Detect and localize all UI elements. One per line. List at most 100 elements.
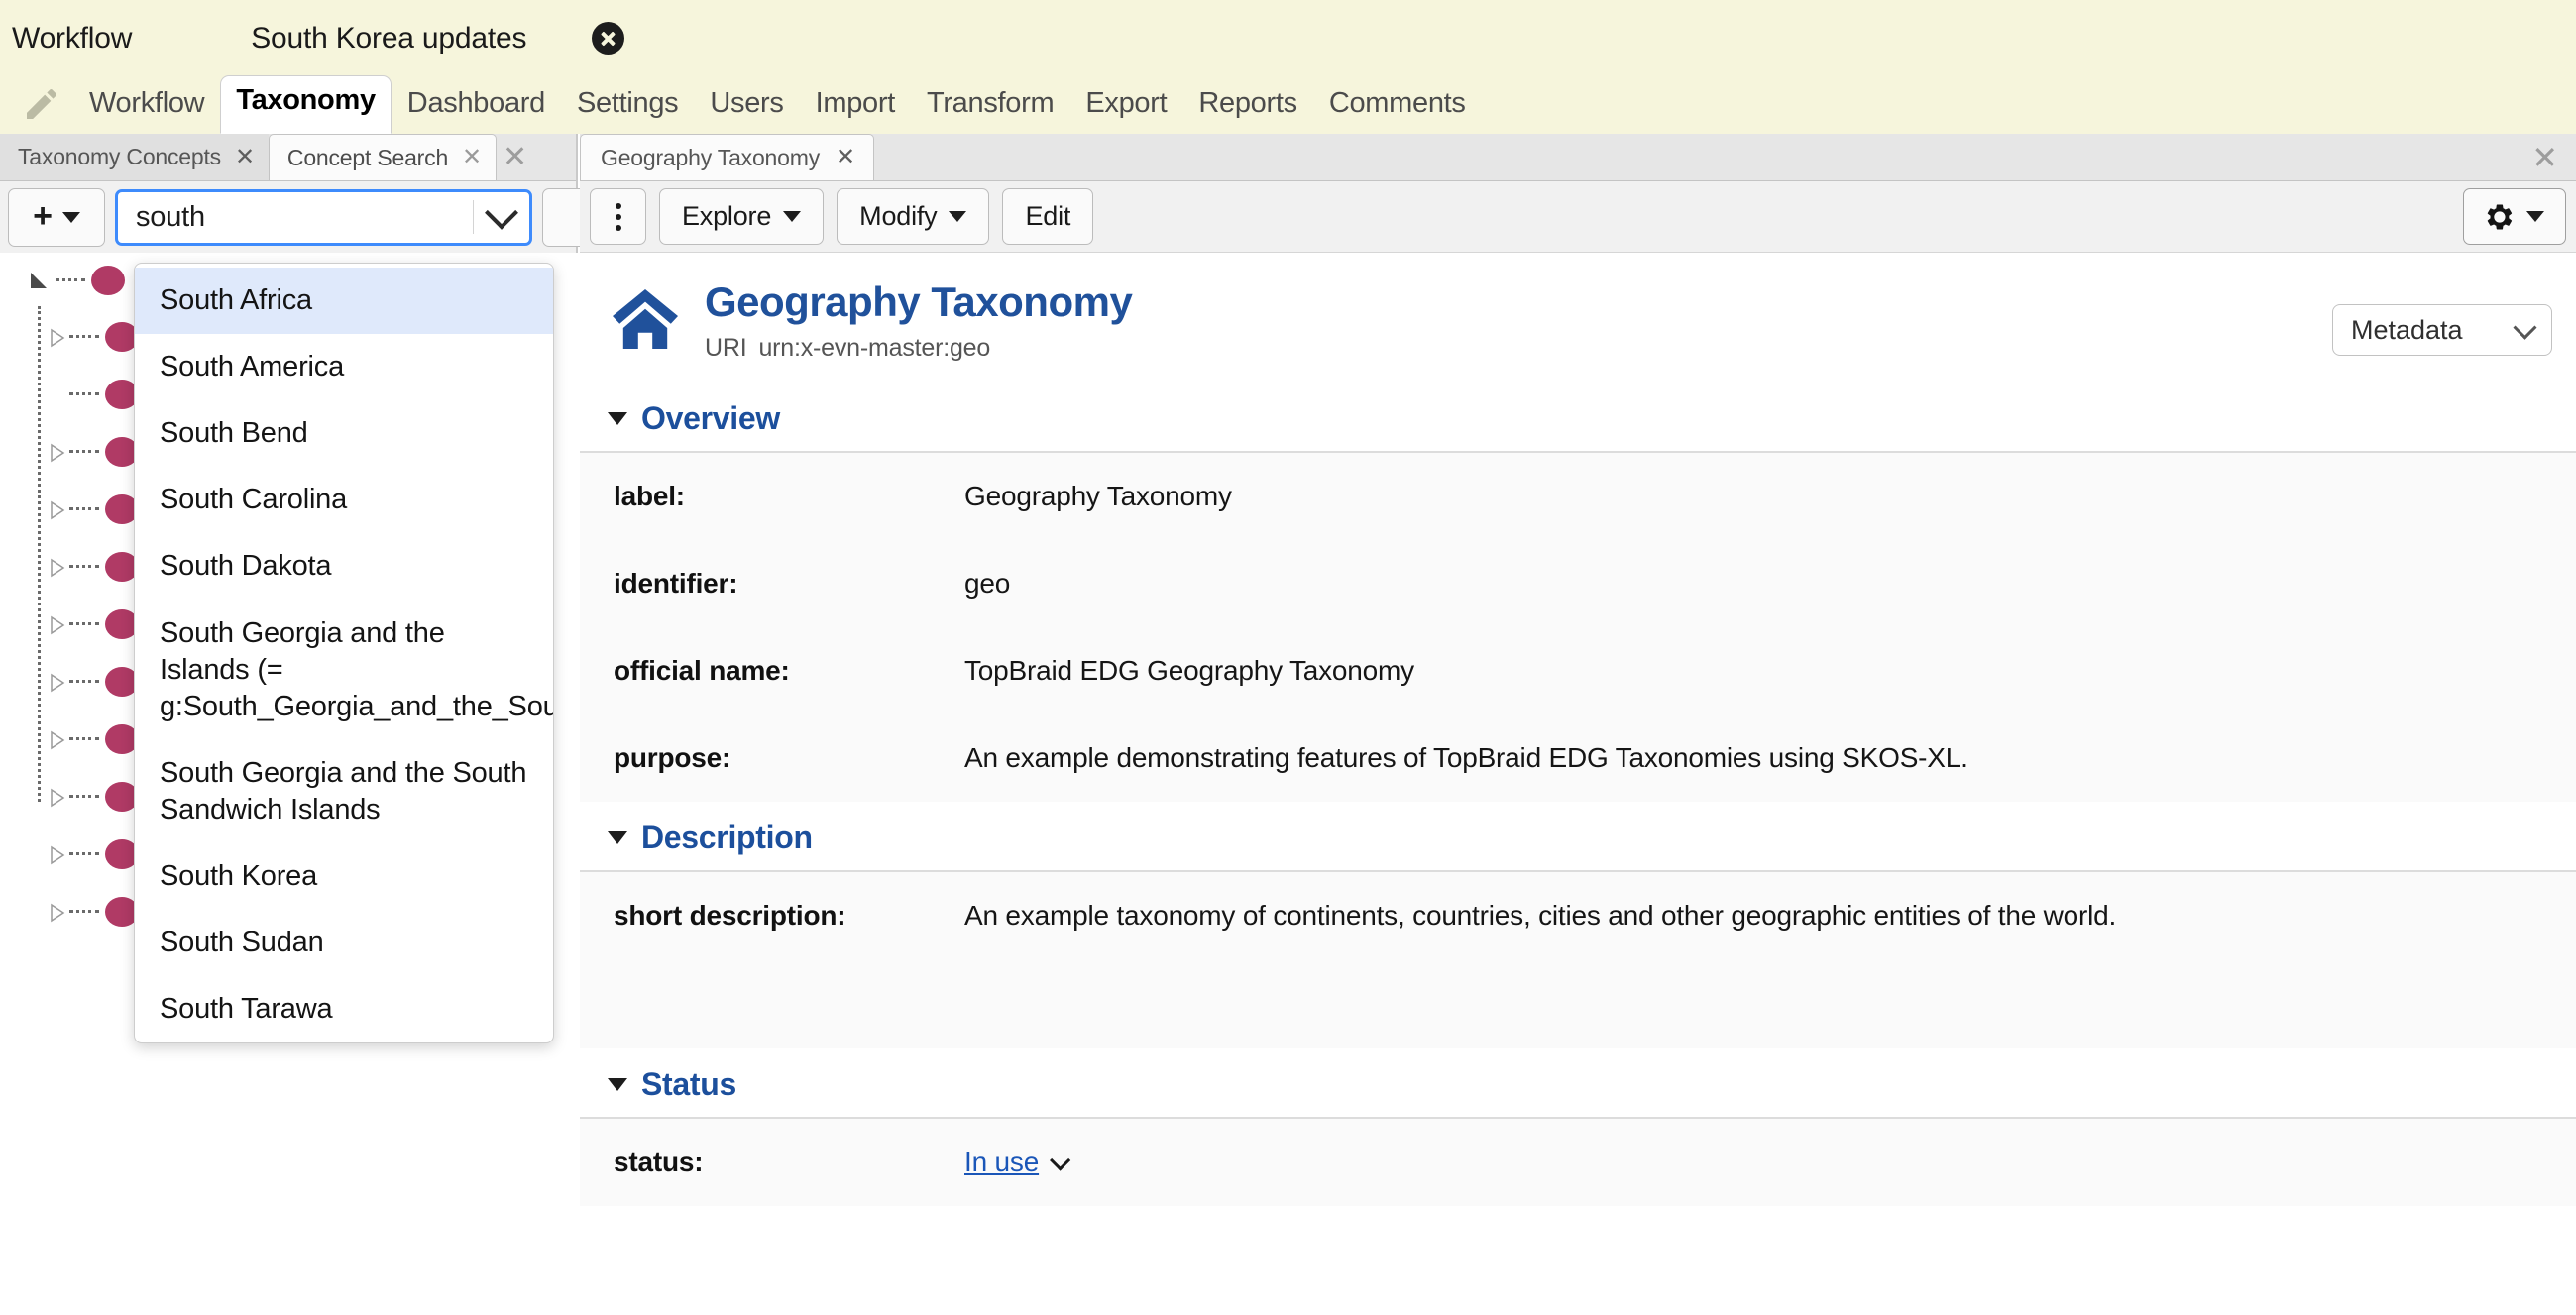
close-circle-icon[interactable] <box>592 22 624 55</box>
section-header-status[interactable]: Status <box>580 1048 2576 1117</box>
autocomplete-option[interactable]: South Korea <box>135 843 553 910</box>
right-panel-tabstrip: Geography Taxonomy ✕ ✕ <box>580 134 2576 181</box>
search-input[interactable]: south <box>115 189 532 246</box>
main-nav: Workflow Taxonomy Dashboard Settings Use… <box>0 58 2576 134</box>
property-key: status: <box>580 1147 964 1178</box>
property-key: identifier: <box>580 568 964 600</box>
modify-label: Modify <box>859 201 937 232</box>
property-row: status: In use <box>580 1119 2576 1206</box>
tab-label: Concept Search <box>287 145 448 171</box>
left-panel-toolbar: + south <box>0 181 576 253</box>
close-icon[interactable]: ✕ <box>836 146 855 169</box>
close-icon[interactable]: ✕ <box>235 146 255 169</box>
property-value: An example demonstrating features of Top… <box>964 742 1998 774</box>
metadata-dropdown[interactable]: Metadata <box>2332 304 2552 356</box>
property-row: short description: An example taxonomy o… <box>580 872 2576 959</box>
collapse-triangle-icon[interactable] <box>608 1078 627 1091</box>
explore-label: Explore <box>682 201 771 232</box>
gear-icon <box>2485 202 2515 232</box>
nav-item-transform[interactable]: Transform <box>911 78 1069 134</box>
more-actions-button[interactable] <box>590 188 646 245</box>
autocomplete-option[interactable]: South Georgia and the Islands (= g:South… <box>135 601 553 740</box>
tree-collapse-icon[interactable] <box>50 788 63 806</box>
modify-button[interactable]: Modify <box>837 188 989 245</box>
section-title: Status <box>641 1066 736 1103</box>
plus-icon: + <box>33 203 53 230</box>
resource-title-block: Geography Taxonomy URIurn:x-evn-master:g… <box>705 280 1132 363</box>
tree-connector <box>69 680 99 685</box>
tree-connector <box>69 737 99 742</box>
tree-collapse-icon[interactable] <box>50 903 63 921</box>
tree-connector <box>69 335 99 340</box>
nav-item-taxonomy[interactable]: Taxonomy <box>220 75 391 134</box>
nav-item-export[interactable]: Export <box>1069 78 1182 134</box>
nav-item-workflow[interactable]: Workflow <box>73 78 220 134</box>
autocomplete-option[interactable]: South Georgia and the South Sandwich Isl… <box>135 740 553 843</box>
tree-spacer <box>50 385 63 403</box>
tree-connector <box>69 622 99 627</box>
tree-connector <box>69 852 99 857</box>
tree-collapse-icon[interactable] <box>50 615 63 633</box>
tree-collapse-icon[interactable] <box>50 328 63 346</box>
search-autocomplete-dropdown[interactable]: South Africa South America South Bend So… <box>134 263 554 1043</box>
tab-label: Geography Taxonomy <box>601 145 820 171</box>
tree-expand-icon[interactable] <box>28 270 50 291</box>
tree-collapse-icon[interactable] <box>50 500 63 518</box>
chevron-down-icon[interactable] <box>1050 1150 1070 1170</box>
autocomplete-option[interactable]: South Sudan <box>135 910 553 976</box>
section-title: Overview <box>641 400 780 437</box>
section-title: Description <box>641 820 813 856</box>
tree-collapse-icon[interactable] <box>50 443 63 461</box>
nav-item-dashboard[interactable]: Dashboard <box>392 78 561 134</box>
search-input-value: south <box>118 201 473 234</box>
autocomplete-option[interactable]: South Africa <box>135 268 553 334</box>
nav-item-import[interactable]: Import <box>800 78 911 134</box>
autocomplete-option[interactable]: South Dakota <box>135 533 553 600</box>
section-header-description[interactable]: Description <box>580 802 2576 870</box>
collapse-triangle-icon[interactable] <box>608 412 627 425</box>
nav-item-comments[interactable]: Comments <box>1313 78 1482 134</box>
nav-item-settings[interactable]: Settings <box>561 78 694 134</box>
overview-property-table: label: Geography Taxonomy identifier: ge… <box>580 451 2576 802</box>
tab-geography-taxonomy[interactable]: Geography Taxonomy ✕ <box>580 134 874 180</box>
tab-concept-search[interactable]: Concept Search ✕ <box>269 134 497 180</box>
autocomplete-option[interactable]: South Carolina <box>135 467 553 533</box>
tab-taxonomy-concepts[interactable]: Taxonomy Concepts ✕ <box>0 134 269 180</box>
tree-collapse-icon[interactable] <box>50 673 63 691</box>
tree-connector <box>69 565 99 570</box>
search-dropdown-toggle[interactable] <box>474 205 529 229</box>
status-link[interactable]: In use <box>964 1147 1039 1177</box>
uri-value: urn:x-evn-master:geo <box>758 334 990 362</box>
settings-button[interactable] <box>2463 188 2566 245</box>
metadata-label: Metadata <box>2351 315 2463 346</box>
nav-item-users[interactable]: Users <box>694 78 799 134</box>
tree-collapse-icon[interactable] <box>50 730 63 748</box>
tree-collapse-icon[interactable] <box>50 845 63 863</box>
tree-collapse-icon[interactable] <box>50 558 63 576</box>
property-key: short description: <box>580 900 964 931</box>
close-panel-icon[interactable]: ✕ <box>2531 142 2558 173</box>
add-concept-button[interactable]: + <box>8 188 105 247</box>
autocomplete-option[interactable]: South America <box>135 334 553 400</box>
property-value: TopBraid EDG Geography Taxonomy <box>964 655 1444 687</box>
workflow-name: South Korea updates <box>251 22 526 55</box>
autocomplete-option[interactable]: South Bend <box>135 400 553 467</box>
close-panel-icon[interactable]: ✕ <box>503 143 527 172</box>
property-value: Geography Taxonomy <box>964 481 1262 512</box>
pencil-icon <box>22 84 61 124</box>
explore-button[interactable]: Explore <box>659 188 824 245</box>
uri-key-label: URI <box>705 334 746 362</box>
collapse-triangle-icon[interactable] <box>608 831 627 844</box>
spacer <box>580 959 2576 1048</box>
nav-item-reports[interactable]: Reports <box>1182 78 1312 134</box>
close-icon[interactable]: ✕ <box>462 146 482 169</box>
chevron-down-icon <box>2513 315 2536 339</box>
resource-form: Geography Taxonomy URI urn:x-evn-master:g… <box>580 253 2576 1315</box>
section-header-overview[interactable]: Overview <box>580 383 2576 451</box>
chevron-down-icon <box>485 196 518 230</box>
description-property-table: short description: An example taxonomy o… <box>580 870 2576 1048</box>
edit-button[interactable]: Edit <box>1002 188 1093 245</box>
caret-down-icon <box>2526 211 2544 222</box>
tree-connector <box>69 795 99 800</box>
autocomplete-option[interactable]: South Tarawa <box>135 976 553 1042</box>
